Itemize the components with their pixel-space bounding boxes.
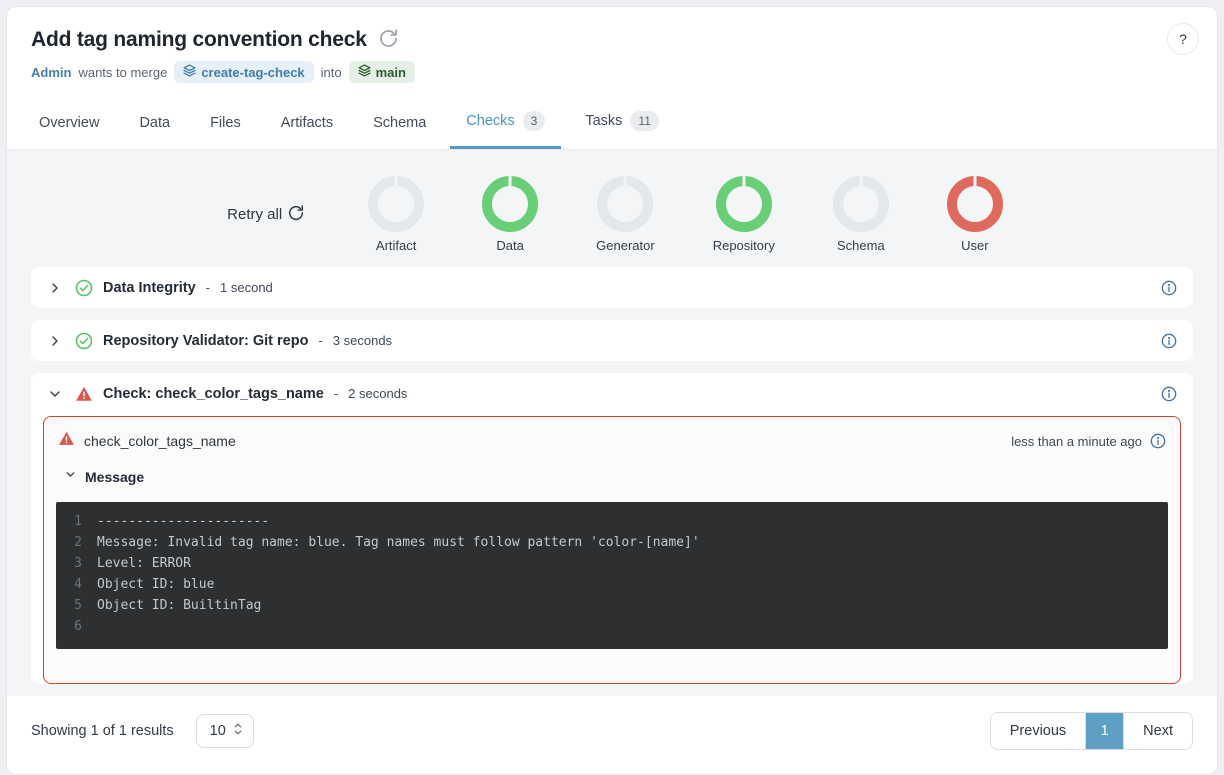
code-line: 5Object ID: BuiltinTag [66,595,1154,616]
donut-ring-icon [716,176,772,232]
warning-triangle-icon [75,385,93,403]
donut-ring-icon [947,176,1003,232]
check-duration: 2 seconds [348,386,407,401]
check-list: Data Integrity - 1 second [31,267,1193,684]
page-size-select[interactable]: 10 [196,714,254,748]
check-row-toggle[interactable]: Data Integrity - 1 second [31,267,1193,308]
tab-bar: Overview Data Files Artifacts Schema Che… [7,97,1217,150]
donut-ring-icon [368,176,424,232]
donut-artifact[interactable]: Artifact [368,176,424,253]
check-row-toggle[interactable]: Check: check_color_tags_name - 2 seconds [31,373,1193,414]
chevron-right-icon [47,333,65,349]
check-card-color-tags: Check: check_color_tags_name - 2 seconds… [31,373,1193,684]
checks-count-badge: 3 [523,111,546,131]
results-count-text: Showing 1 of 1 results [31,723,174,739]
tab-data[interactable]: Data [123,101,186,149]
donut-generator[interactable]: Generator [596,176,655,253]
source-branch-badge[interactable]: create-tag-check [174,61,313,83]
code-line: 1---------------------- [66,511,1154,532]
code-line: 2Message: Invalid tag name: blue. Tag na… [66,532,1154,553]
tab-tasks[interactable]: Tasks11 [569,97,675,149]
layers-icon [358,64,371,80]
donut-data[interactable]: Data [482,176,538,253]
info-icon[interactable] [1150,433,1166,449]
tab-files[interactable]: Files [194,101,257,149]
message-section-toggle[interactable]: Message [44,462,1180,494]
page-1-button[interactable]: 1 [1085,713,1123,749]
stepper-chevrons-icon [233,722,243,740]
donut-ring-icon [482,176,538,232]
results-footer: Showing 1 of 1 results 10 Previous 1 Nex… [7,696,1217,774]
info-icon[interactable] [1161,333,1177,349]
code-line: 6 [66,616,1154,637]
help-button[interactable]: ? [1167,23,1199,55]
code-line: 4Object ID: blue [66,574,1154,595]
check-row-toggle[interactable]: Repository Validator: Git repo - 3 secon… [31,320,1193,361]
error-panel-header: check_color_tags_name less than a minute… [44,417,1180,462]
into-text: into [321,65,342,80]
chevron-down-icon [64,468,77,486]
previous-page-button[interactable]: Previous [991,713,1085,749]
tab-overview[interactable]: Overview [23,101,115,149]
error-check-name: check_color_tags_name [84,433,236,449]
tab-checks[interactable]: Checks3 [450,97,561,149]
info-icon[interactable] [1161,280,1177,296]
next-page-button[interactable]: Next [1123,713,1192,749]
target-branch-badge[interactable]: main [349,61,415,83]
check-duration: 3 seconds [333,333,392,348]
tab-artifacts[interactable]: Artifacts [265,101,349,149]
page-title: Add tag naming convention check [31,28,367,52]
donut-user[interactable]: User [947,176,1003,253]
checks-area: Retry all Artifact Data Generator Reposi… [7,150,1217,696]
check-card-data-integrity: Data Integrity - 1 second [31,267,1193,308]
refresh-icon [379,29,398,51]
donut-ring-icon [833,176,889,232]
donut-schema[interactable]: Schema [833,176,889,253]
tab-schema[interactable]: Schema [357,101,442,149]
chevron-right-icon [47,280,65,296]
pagination: Previous 1 Next [990,712,1193,750]
retry-all-button[interactable]: Retry all [221,204,310,226]
check-title: Repository Validator: Git repo [103,333,308,349]
pr-header: Add tag naming convention check ? Admin … [7,7,1217,83]
code-line: 3Level: ERROR [66,553,1154,574]
donut-ring-icon [597,176,653,232]
retry-icon [288,205,304,225]
info-icon[interactable] [1161,386,1177,402]
check-title: Data Integrity [103,280,196,296]
chevron-down-icon [47,386,65,402]
layers-icon [183,64,196,80]
check-passed-icon [75,332,93,350]
check-title: Check: check_color_tags_name [103,386,324,402]
donut-repository[interactable]: Repository [713,176,775,253]
tasks-count-badge: 11 [630,111,658,131]
check-summary-row: Retry all Artifact Data Generator Reposi… [7,150,1217,267]
check-duration: 1 second [220,280,273,295]
check-card-repository-validator: Repository Validator: Git repo - 3 secon… [31,320,1193,361]
message-section-label: Message [85,469,144,485]
author-link[interactable]: Admin [31,65,71,80]
error-timestamp: less than a minute ago [1011,434,1142,449]
refresh-button[interactable] [377,27,400,53]
merge-text: wants to merge [78,65,167,80]
warning-triangle-icon [58,430,75,452]
check-error-panel: check_color_tags_name less than a minute… [43,416,1181,684]
merge-request-page: Add tag naming convention check ? Admin … [6,6,1218,775]
check-passed-icon [75,279,93,297]
error-message-code-block: 1---------------------- 2Message: Invali… [56,502,1168,649]
